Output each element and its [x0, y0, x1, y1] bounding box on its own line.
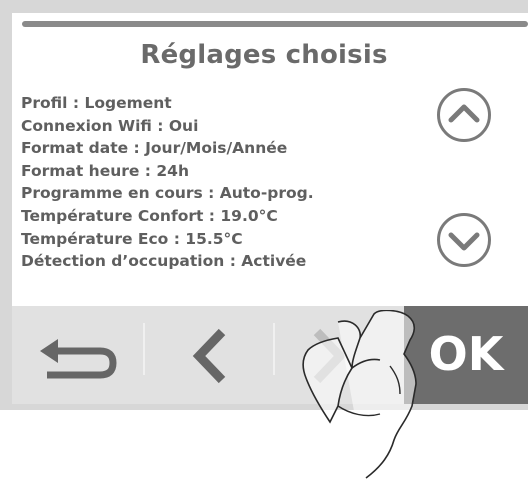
setting-profile: Profil : Logement	[21, 94, 172, 112]
previous-button[interactable]	[144, 306, 274, 404]
return-arrow-icon	[40, 339, 117, 379]
chevron-up-icon	[448, 104, 480, 123]
scroll-up-button[interactable]	[437, 88, 491, 142]
setting-eco-temp: Température Eco : 15.5°C	[21, 229, 243, 248]
setting-wifi: Connexion Wifi : Oui	[21, 116, 199, 135]
pointing-hand-icon	[302, 310, 417, 479]
setting-occupancy: Détection d’occupation : Activée	[21, 252, 307, 271]
setting-date-format: Format date : Jour/Mois/Année	[21, 139, 288, 158]
scroll-down-button[interactable]	[437, 213, 491, 267]
chevron-down-icon	[448, 232, 480, 251]
chevron-left-icon	[192, 328, 226, 384]
settings-list: Profil : Logement Connexion Wifi : Oui F…	[21, 92, 314, 273]
back-button[interactable]	[12, 306, 143, 404]
setting-time-format: Format heure : 24h	[21, 161, 190, 180]
setting-comfort-temp: Température Confort : 19.0°C	[21, 206, 278, 225]
page-title: Réglages choisis	[140, 40, 388, 70]
top-bar	[22, 21, 528, 27]
setting-program: Programme en cours : Auto-prog.	[21, 184, 314, 203]
